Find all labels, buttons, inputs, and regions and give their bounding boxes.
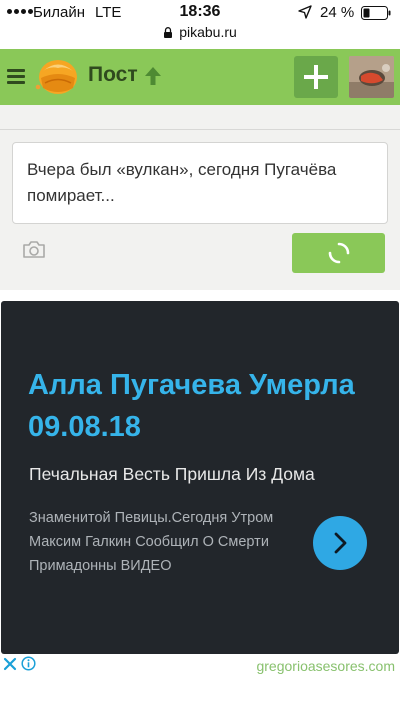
spinner-icon [328, 242, 350, 264]
page-title: Пост [88, 63, 138, 86]
ad-domain-link[interactable]: gregorioasesores.com [256, 658, 395, 674]
camera-icon[interactable] [22, 240, 46, 259]
up-arrow-icon[interactable] [144, 65, 162, 87]
avatar[interactable] [349, 56, 394, 98]
battery-icon [361, 6, 391, 20]
ad-card[interactable]: Алла Пугачева Умерла 09.08.18 Печальная … [1, 301, 399, 654]
add-post-button[interactable] [294, 56, 338, 98]
lock-icon [164, 27, 173, 38]
ad-cta-button[interactable] [313, 516, 367, 570]
battery-percent: 24 % [320, 4, 355, 21]
close-icon[interactable] [3, 657, 17, 671]
menu-icon[interactable] [7, 69, 25, 84]
ad-footer: gregorioasesores.com [0, 654, 400, 678]
ad-headline[interactable]: Алла Пугачева Умерла 09.08.18 [28, 364, 358, 448]
spacer [0, 290, 400, 300]
location-arrow-icon [298, 5, 312, 19]
ad-body: Знаменитой Певицы.Сегодня Утром Максим Г… [29, 510, 274, 574]
chevron-right-icon [334, 532, 347, 554]
spacer-band [0, 105, 400, 129]
app-header: Пост [0, 49, 400, 105]
send-button[interactable] [292, 233, 385, 273]
comment-input[interactable]: Вчера был «вулкан», сегодня Пугачёва пом… [12, 142, 388, 224]
status-bar: Билайн LTE 18:36 24 % pikabu.ru [0, 0, 400, 48]
info-icon[interactable] [21, 656, 36, 671]
ad-subtitle: Печальная Весть Пришла Из Дома [29, 464, 315, 484]
address-bar[interactable]: pikabu.ru [0, 24, 400, 40]
pikabu-logo-icon[interactable] [35, 56, 79, 98]
url-text: pikabu.ru [179, 24, 237, 40]
